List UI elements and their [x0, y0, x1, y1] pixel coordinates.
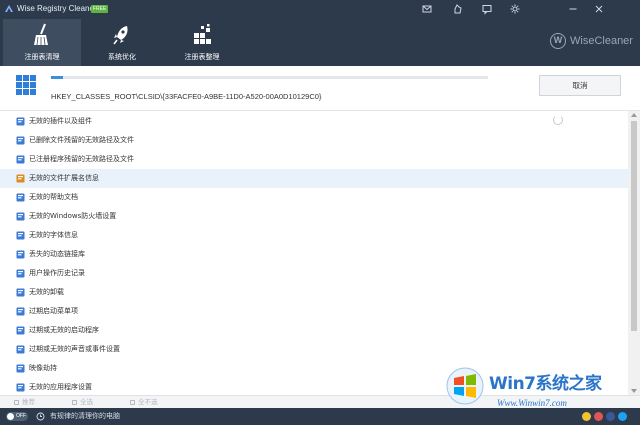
list-item-label: 无效的卸载: [29, 288, 64, 296]
select-none-button[interactable]: 全不选: [130, 398, 158, 406]
recommend-button[interactable]: 推荐: [14, 398, 35, 406]
list-item[interactable]: 过期启动菜单项: [0, 302, 628, 321]
list-item[interactable]: 过期或无效的启动程序: [0, 321, 628, 340]
facebook-icon[interactable]: [606, 412, 615, 421]
tab-label: 注册表清理: [24, 53, 60, 61]
tab-label: 注册表整理: [184, 53, 220, 61]
list-item-label: 丢失的动态链接库: [29, 250, 85, 258]
current-registry-key: HKEY_CLASSES_ROOT\CLSID\{33FACFE0-A9BE-1…: [51, 92, 322, 101]
list-item[interactable]: 无效的Windows防火墙设置: [0, 207, 628, 226]
title-bar: Wise Registry Cleaner X FREE: [0, 0, 640, 18]
file-ext-icon: [16, 174, 25, 183]
list-item-label: 无效的插件以及组件: [29, 117, 92, 125]
list-item-label: 无效的应用程序设置: [29, 383, 92, 391]
scroll-up-arrow-icon[interactable]: [631, 113, 637, 117]
list-item-label: 映像劫持: [29, 364, 57, 372]
list-item-label: 无效的字体信息: [29, 231, 78, 239]
font-icon: [16, 231, 25, 240]
user-icon[interactable]: [582, 412, 591, 421]
toggle-knob: [7, 413, 14, 420]
selection-action-bar: 推荐 全选 全不选: [0, 395, 640, 408]
list-item-label: 过期或无效的启动程序: [29, 326, 99, 334]
uninstall-icon: [16, 288, 25, 297]
list-item[interactable]: 已删除文件残留的无效路径及文件: [0, 131, 628, 150]
twitter-icon[interactable]: [618, 412, 627, 421]
recommend-icon: [14, 400, 19, 405]
select-none-icon: [130, 400, 135, 405]
list-item-label: 无效的文件扩展名信息: [29, 174, 99, 182]
registry-cube-icon: [16, 75, 36, 95]
sound-icon: [16, 345, 25, 354]
brand-logo-icon: W: [550, 33, 566, 49]
list-item-label: 过期启动菜单项: [29, 307, 78, 315]
select-all-button[interactable]: 全选: [72, 398, 93, 406]
list-item[interactable]: 用户操作历史记录: [0, 264, 628, 283]
help-doc-icon: [16, 193, 25, 202]
list-item[interactable]: 无效的字体信息: [0, 226, 628, 245]
comment-icon[interactable]: [481, 3, 493, 15]
heart-icon[interactable]: [594, 412, 603, 421]
clock-icon: [36, 412, 45, 421]
list-item[interactable]: 映像劫持: [0, 359, 628, 378]
scroll-thumb[interactable]: [631, 121, 637, 331]
status-bar: OFF 有规律的清理你的电脑: [0, 408, 640, 425]
history-icon: [16, 269, 25, 278]
select-none-label: 全不选: [138, 398, 158, 406]
scan-progress-fill: [51, 76, 63, 79]
gear-icon: [16, 364, 25, 373]
list-item-label: 过期或无效的声音或事件设置: [29, 345, 120, 353]
rocket-icon: [112, 23, 132, 47]
loading-spinner-icon: [553, 115, 563, 125]
scan-category-list: 无效的插件以及组件已删除文件残留的无效路径及文件 已注册程序残留的无效路径及文件无…: [0, 111, 628, 395]
start-menu-icon: [16, 307, 25, 316]
close-icon[interactable]: [593, 3, 605, 15]
list-item[interactable]: 无效的帮助文档: [0, 188, 628, 207]
select-all-icon: [72, 400, 77, 405]
auto-clean-toggle[interactable]: OFF: [6, 412, 28, 421]
app-header: Wise Registry Cleaner X FREE 注册表清理 系统优化 …: [0, 0, 640, 66]
list-item[interactable]: 无效的插件以及组件: [0, 112, 628, 131]
list-item-label: 用户操作历史记录: [29, 269, 85, 277]
dll-icon: [16, 250, 25, 259]
scroll-down-arrow-icon[interactable]: [631, 389, 637, 393]
startup-icon: [16, 326, 25, 335]
list-item[interactable]: 无效的卸载: [0, 283, 628, 302]
plugin-icon: [16, 117, 25, 126]
file-icon: [16, 136, 25, 145]
list-item[interactable]: 无效的文件扩展名信息: [0, 169, 628, 188]
app-logo-icon: [5, 5, 13, 12]
list-scrollbar[interactable]: [628, 111, 640, 395]
tab-registry-cleaner[interactable]: 注册表清理: [3, 19, 81, 66]
brand-text: WiseCleaner: [570, 35, 633, 47]
app-settings-icon: [16, 383, 25, 392]
mail-icon[interactable]: [421, 3, 433, 15]
tab-registry-defrag[interactable]: 注册表整理: [163, 19, 241, 66]
minimize-icon[interactable]: [567, 3, 579, 15]
firewall-icon: [16, 212, 25, 221]
thumbs-up-icon[interactable]: [452, 3, 464, 15]
list-item-label: 已注册程序残留的无效路径及文件: [29, 155, 134, 163]
settings-icon[interactable]: [509, 3, 521, 15]
wisecleaner-brand[interactable]: W WiseCleaner: [550, 33, 636, 49]
list-item[interactable]: 过期或无效的声音或事件设置: [0, 340, 628, 359]
free-badge: FREE: [91, 5, 109, 13]
list-item[interactable]: 已注册程序残留的无效路径及文件: [0, 150, 628, 169]
scan-progress-bar: [51, 76, 488, 79]
tab-label: 系统优化: [108, 53, 136, 61]
cancel-button[interactable]: 取消: [539, 75, 621, 96]
broom-icon: [32, 23, 52, 47]
list-item-label: 已删除文件残留的无效路径及文件: [29, 136, 134, 144]
list-item-label: 无效的帮助文档: [29, 193, 78, 201]
list-item[interactable]: 无效的应用程序设置: [0, 378, 628, 395]
list-item[interactable]: 丢失的动态链接库: [0, 245, 628, 264]
list-item-label: 无效的Windows防火墙设置: [29, 212, 117, 220]
select-all-label: 全选: [80, 398, 93, 406]
scan-panel: HKEY_CLASSES_ROOT\CLSID\{33FACFE0-A9BE-1…: [0, 66, 640, 111]
schedule-message: 有规律的清理你的电脑: [50, 412, 120, 420]
toggle-state-text: OFF: [16, 413, 26, 419]
blocks-icon: [192, 23, 212, 47]
tab-system-optimize[interactable]: 系统优化: [83, 19, 161, 66]
recommend-label: 推荐: [22, 398, 35, 406]
window-icon: [16, 155, 25, 164]
